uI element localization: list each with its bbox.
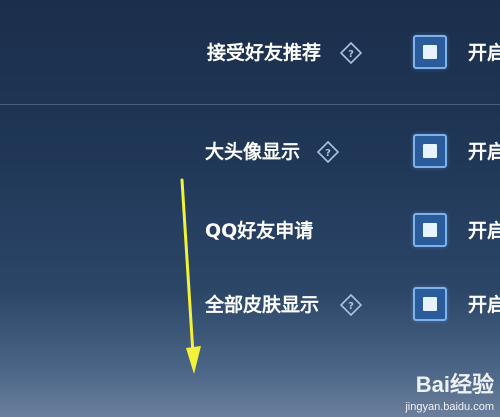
setting-state: 开启 xyxy=(468,141,500,163)
help-icon[interactable]: ? xyxy=(340,42,362,64)
setting-label: 接受好友推荐 xyxy=(207,42,322,64)
checkbox-check xyxy=(423,144,437,158)
setting-row-friend-recommend: 接受好友推荐 ? 开启 xyxy=(0,33,500,73)
svg-text:?: ? xyxy=(348,49,354,60)
setting-state: 开启 xyxy=(468,294,500,316)
checkbox-check xyxy=(423,297,437,311)
watermark: Bai经验 jingyan.baidu.com xyxy=(405,367,494,413)
help-icon[interactable]: ? xyxy=(340,294,362,316)
setting-row-large-avatar: 大头像显示 ? 开启 xyxy=(0,132,500,172)
help-icon[interactable]: ? xyxy=(317,141,339,163)
setting-label: QQ好友申请 xyxy=(205,220,314,242)
toggle-checkbox[interactable] xyxy=(413,35,447,69)
setting-state: 开启 xyxy=(468,42,500,64)
svg-text:?: ? xyxy=(348,301,354,312)
setting-row-all-skins: 全部皮肤显示 ? 开启 xyxy=(0,285,500,325)
setting-row-qq-friend-request: QQ好友申请 开启 xyxy=(0,211,500,251)
toggle-checkbox[interactable] xyxy=(413,134,447,168)
watermark-url: jingyan.baidu.com xyxy=(405,401,494,413)
setting-label: 全部皮肤显示 xyxy=(205,294,320,316)
setting-state: 开启 xyxy=(468,220,500,242)
watermark-logo: Bai经验 xyxy=(415,372,494,397)
checkbox-check xyxy=(423,223,437,237)
annotation-arrow-icon xyxy=(180,178,201,374)
checkbox-check xyxy=(423,45,437,59)
toggle-checkbox[interactable] xyxy=(413,287,447,321)
svg-text:?: ? xyxy=(325,148,331,159)
setting-label: 大头像显示 xyxy=(205,141,301,163)
toggle-checkbox[interactable] xyxy=(413,213,447,247)
section-divider xyxy=(0,104,500,105)
